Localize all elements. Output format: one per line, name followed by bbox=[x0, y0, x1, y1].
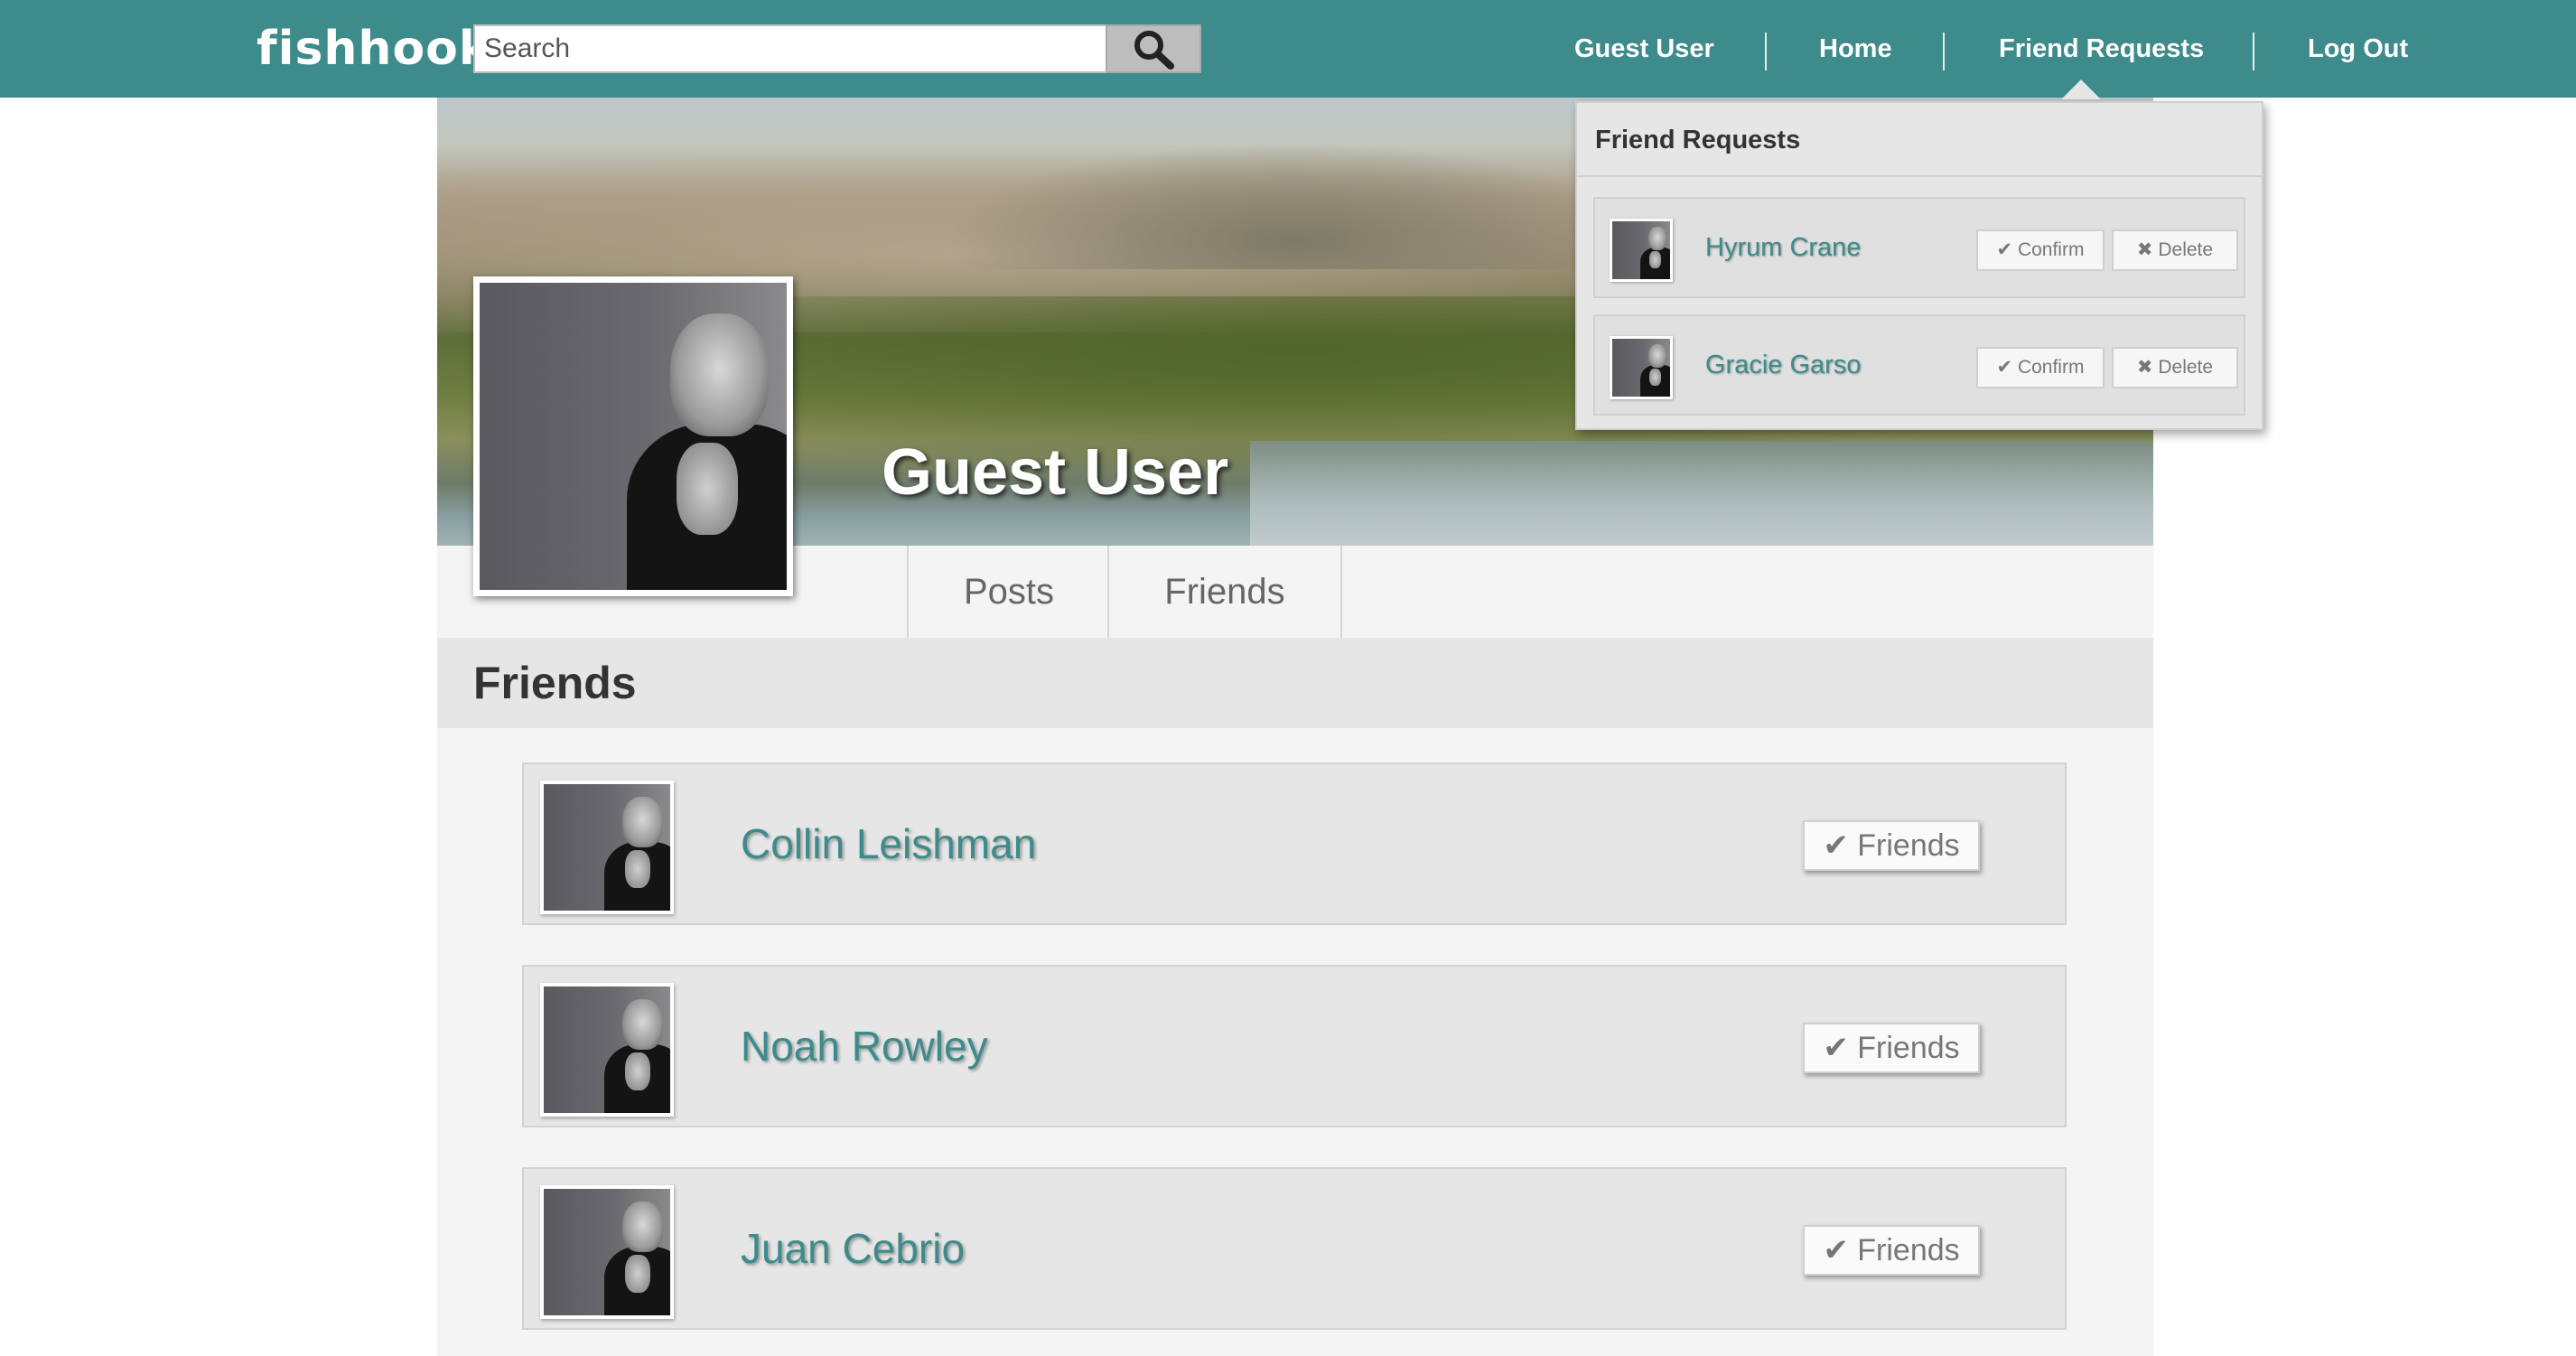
fishhook-logo[interactable]: fishhook bbox=[257, 20, 490, 78]
friends-status-button[interactable]: ✔ Friends bbox=[1803, 820, 1980, 871]
friend-row: Noah Rowley ✔ Friends bbox=[522, 965, 2067, 1127]
profile-name: Guest User bbox=[882, 436, 1229, 509]
nav-logout[interactable]: Log Out bbox=[2308, 27, 2408, 70]
search-button[interactable] bbox=[1106, 24, 1201, 73]
friend-avatar[interactable] bbox=[540, 983, 674, 1117]
request-avatar[interactable] bbox=[1610, 336, 1673, 399]
friend-name-link[interactable]: Juan Cebrio bbox=[741, 1169, 965, 1328]
friends-status-button[interactable]: ✔ Friends bbox=[1803, 1023, 1980, 1073]
tab-friends[interactable]: Friends bbox=[1107, 546, 1342, 638]
dropdown-title: Friend Requests bbox=[1595, 126, 1801, 154]
friend-row: Collin Leishman ✔ Friends bbox=[522, 762, 2067, 925]
friend-row: Juan Cebrio ✔ Friends bbox=[522, 1167, 2067, 1330]
confirm-button[interactable]: ✔ Confirm bbox=[1976, 347, 2105, 388]
friend-avatar[interactable] bbox=[540, 1185, 674, 1319]
confirm-button[interactable]: ✔ Confirm bbox=[1976, 229, 2105, 271]
request-avatar[interactable] bbox=[1610, 219, 1673, 282]
request-name-link[interactable]: Hyrum Crane bbox=[1705, 199, 1861, 296]
nav-home[interactable]: Home bbox=[1819, 27, 1892, 70]
nav-divider bbox=[1943, 33, 1945, 70]
friend-name-link[interactable]: Collin Leishman bbox=[741, 764, 1036, 923]
friend-requests-dropdown: Friend Requests Hyrum Crane ✔ Confirm ✖ … bbox=[1575, 101, 2263, 430]
dropdown-caret bbox=[2061, 79, 2101, 99]
dropdown-divider bbox=[1577, 175, 2262, 177]
friend-request-row: Gracie Garso ✔ Confirm ✖ Delete bbox=[1593, 314, 2245, 416]
nav-friend-requests[interactable]: Friend Requests bbox=[1999, 27, 2204, 70]
nav-divider bbox=[2253, 33, 2254, 70]
profile-photo[interactable] bbox=[473, 276, 793, 596]
delete-button[interactable]: ✖ Delete bbox=[2112, 229, 2238, 271]
nav-guest-user[interactable]: Guest User bbox=[1574, 27, 1714, 70]
friends-status-button[interactable]: ✔ Friends bbox=[1803, 1225, 1980, 1276]
search-bar bbox=[473, 24, 1201, 73]
search-input[interactable] bbox=[473, 24, 1127, 73]
delete-button[interactable]: ✖ Delete bbox=[2112, 347, 2238, 388]
friends-section-header: Friends bbox=[437, 638, 2153, 728]
search-icon bbox=[1134, 31, 1174, 70]
friend-name-link[interactable]: Noah Rowley bbox=[741, 967, 988, 1126]
top-navbar: fishhook Guest User Home Friend Requests… bbox=[0, 0, 2576, 98]
tab-posts[interactable]: Posts bbox=[907, 546, 1109, 638]
avatar bbox=[480, 283, 787, 590]
nav-divider bbox=[1765, 33, 1767, 70]
friend-request-row: Hyrum Crane ✔ Confirm ✖ Delete bbox=[1593, 197, 2245, 298]
section-title: Friends bbox=[473, 658, 637, 708]
request-name-link[interactable]: Gracie Garso bbox=[1705, 316, 1861, 414]
friend-avatar[interactable] bbox=[540, 781, 674, 914]
